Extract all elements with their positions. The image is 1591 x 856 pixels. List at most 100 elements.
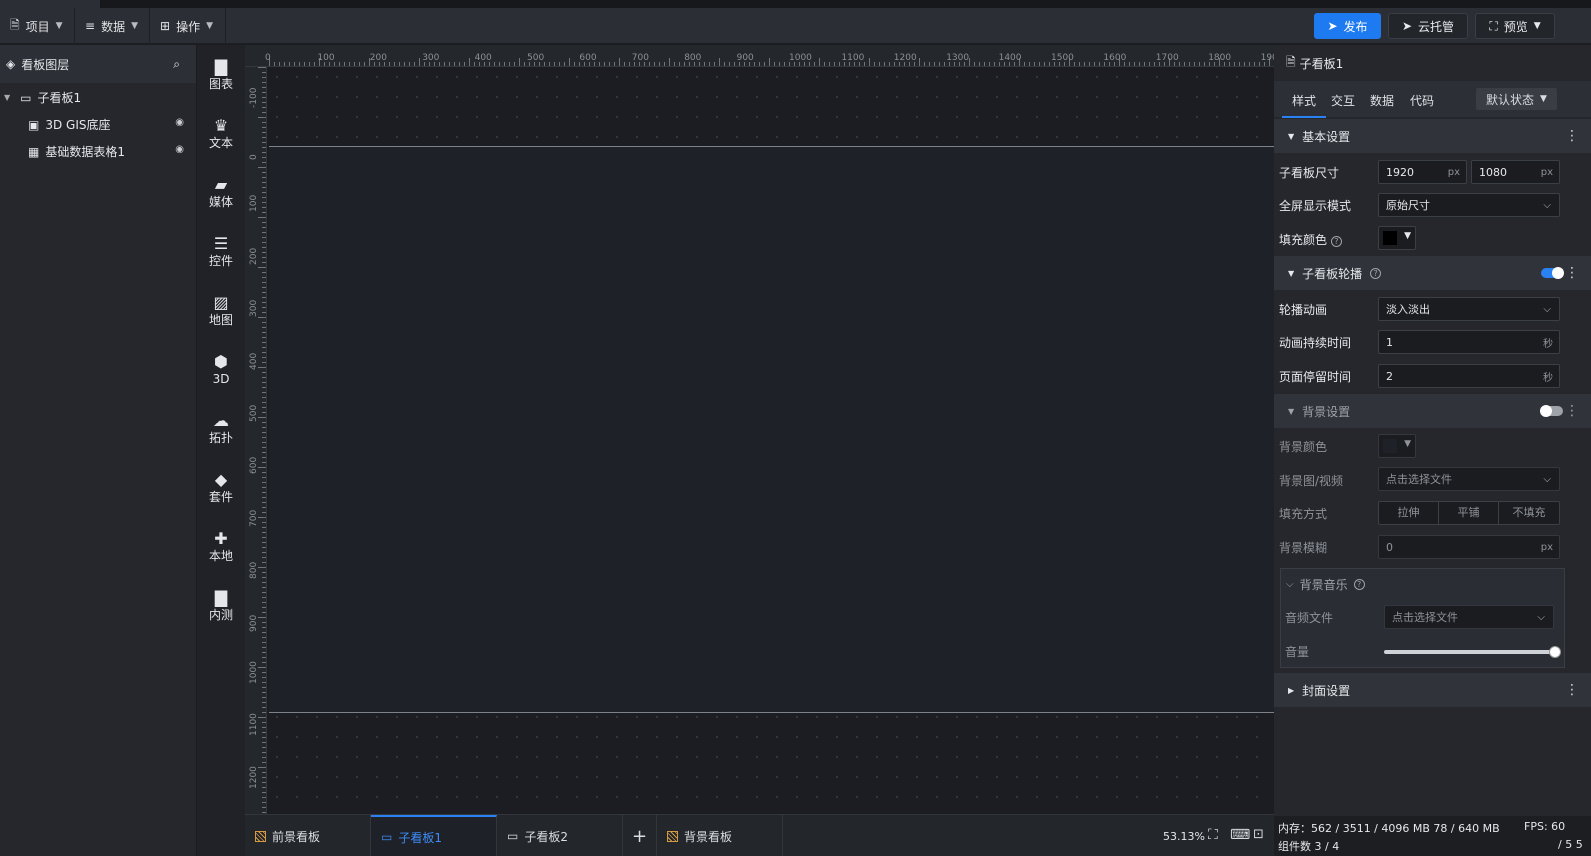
add-tab-button[interactable]: + xyxy=(623,815,657,856)
ruler-tick-label: 600 xyxy=(579,53,597,63)
menu-project[interactable]: 🗎 项目 ▼ xyxy=(0,8,75,44)
audio-file-select[interactable]: 点击选择文件 ⌵ xyxy=(1384,605,1554,629)
tab-data[interactable]: 数据 xyxy=(1370,92,1394,109)
background-color-picker[interactable]: ▼ xyxy=(1378,434,1416,458)
toggle-knob xyxy=(1552,267,1564,279)
keyboard-icon[interactable]: ⌨ xyxy=(1230,827,1250,843)
audio-file-value: 点击选择文件 xyxy=(1392,611,1458,624)
background-blur-input[interactable]: 0 px xyxy=(1378,535,1560,559)
property-panel: 🗎 子看板1 样式 交互 数据 代码 默认状态 ▼ ▼ 基本设置 ⋮ 子看板尺寸 … xyxy=(1274,45,1591,856)
background-music-header[interactable]: ⌵ 背景音乐 ? xyxy=(1286,576,1365,593)
menu-operate-label: 操作 xyxy=(176,19,201,34)
background-image-select[interactable]: 点击选择文件 ⌵ xyxy=(1378,467,1560,491)
carousel-toggle[interactable] xyxy=(1541,267,1564,279)
fill-color-picker[interactable]: ▼ xyxy=(1378,226,1416,250)
component-chart[interactable]: ▇ 图表 xyxy=(197,57,245,92)
menu-operate[interactable]: ⊞ 操作 ▼ xyxy=(150,8,226,44)
volume-slider-knob[interactable] xyxy=(1549,646,1561,658)
help-icon[interactable]: ? xyxy=(1353,579,1365,590)
page-stay-input[interactable]: 2秒 xyxy=(1378,364,1560,388)
ruler-tick-label: 700 xyxy=(249,509,259,527)
zoom-level[interactable]: 53.13% xyxy=(1163,830,1205,843)
state-select[interactable]: 默认状态 ▼ xyxy=(1476,88,1557,110)
section-background[interactable]: ▼ 背景设置 ⋮ xyxy=(1274,394,1591,428)
animation-duration-value: 1 xyxy=(1386,335,1393,349)
menu-data[interactable]: ≡ 数据 ▼ xyxy=(75,8,150,44)
tab-subboard-2[interactable]: ▭ 子看板2 xyxy=(497,815,623,856)
height-input[interactable]: 1080 px xyxy=(1471,160,1560,184)
component-3d[interactable]: ⬢ 3D xyxy=(197,352,245,387)
background-toggle[interactable] xyxy=(1540,405,1563,417)
fullscreen-mode-select[interactable]: 原始尺寸 ⌵ xyxy=(1378,193,1560,217)
file-icon: 🗎 xyxy=(10,17,20,32)
terminal-icon[interactable]: ⊡ xyxy=(1253,827,1264,842)
fit-screen-icon[interactable]: ⛶ xyxy=(1208,827,1218,843)
component-control[interactable]: ☰ 控件 xyxy=(197,234,245,269)
ruler-tick-label: 100 xyxy=(249,195,259,213)
preview-button[interactable]: ⛶ 预览 ▼ xyxy=(1475,13,1555,39)
more-vertical-icon[interactable]: ⋮ xyxy=(1565,128,1579,144)
memory-status: 内存：562 / 3511 / 4096 MB 78 / 640 MB xyxy=(1278,822,1500,835)
component-topology[interactable]: ☁ 拓扑 xyxy=(197,411,245,446)
animation-duration-input[interactable]: 1秒 xyxy=(1378,330,1560,354)
component-media[interactable]: ▰ 媒体 xyxy=(197,175,245,210)
layer-item-3d-gis[interactable]: ▣ 3D GIS底座 ◉ xyxy=(0,111,196,138)
section-basic-settings[interactable]: ▼ 基本设置 ⋮ xyxy=(1274,119,1591,153)
ruler-horizontal: 0 100 200 300 400 500 600 700 800 900 1000 1100 1200… xyxy=(245,45,1274,67)
width-input[interactable]: 1920 px xyxy=(1378,160,1467,184)
layer-panel-title: 看板图层 xyxy=(21,57,70,72)
hidden-eye-icon[interactable]: ◉ xyxy=(175,144,184,155)
hidden-eye-icon[interactable]: ◉ xyxy=(175,117,184,128)
component-map[interactable]: ▨ 地图 xyxy=(197,293,245,328)
size-label: 子看板尺寸 xyxy=(1279,166,1340,180)
component-text[interactable]: ♛ 文本 xyxy=(197,116,245,151)
more-vertical-icon[interactable]: ⋮ xyxy=(1565,682,1579,698)
tab-code[interactable]: 代码 xyxy=(1410,92,1434,109)
background-color-label: 背景颜色 xyxy=(1279,440,1328,454)
section-carousel[interactable]: ▼ 子看板轮播 ? ⋮ xyxy=(1274,256,1591,290)
unit-label: px xyxy=(1540,166,1553,178)
ruler-tick-label: 200 xyxy=(369,53,387,63)
section-cover[interactable]: ▶ 封面设置 ⋮ xyxy=(1274,673,1591,707)
unit-label: px xyxy=(1447,166,1460,178)
component-kit[interactable]: ◆ 套件 xyxy=(197,470,245,505)
ruler-tick-label: 800 xyxy=(684,53,702,63)
fill-mode-tile[interactable]: 平铺 xyxy=(1439,502,1499,524)
layer-item-table[interactable]: ▦ 基础数据表格1 ◉ xyxy=(0,138,196,165)
canvas-area[interactable]: 0 100 200 300 400 500 600 700 800 900 1000 1100 1200… xyxy=(245,45,1274,814)
layer-item-label: 3D GIS底座 xyxy=(45,118,111,132)
status-bar: 内存：562 / 3511 / 4096 MB 78 / 640 MB FPS:… xyxy=(1274,816,1591,856)
ruler-tick-label: 300 xyxy=(249,300,259,318)
carousel-animation-select[interactable]: 淡入淡出 ⌵ xyxy=(1378,297,1560,321)
more-vertical-icon[interactable]: ⋮ xyxy=(1565,403,1579,419)
ruler-tick-label: 1200 xyxy=(893,53,917,63)
help-icon[interactable]: ? xyxy=(1330,236,1342,247)
component-beta[interactable]: ▇ 内测 xyxy=(197,588,245,623)
tab-interaction[interactable]: 交互 xyxy=(1331,92,1355,109)
cloud-hosting-button[interactable]: ➤ 云托管 xyxy=(1388,13,1468,39)
tab-foreground-board[interactable]: 前景看板 xyxy=(245,815,371,856)
width-value: 1920 xyxy=(1386,165,1414,179)
help-icon[interactable]: ? xyxy=(1370,267,1382,279)
publish-button[interactable]: ➤ 发布 xyxy=(1314,13,1381,39)
tab-subboard-1[interactable]: ▭ 子看板1 xyxy=(371,815,497,856)
layers-icon: ◈ xyxy=(6,57,16,71)
caret-right-icon: ▶ xyxy=(1288,685,1295,695)
volume-slider[interactable] xyxy=(1384,646,1561,658)
subboard-frame[interactable] xyxy=(269,146,1274,713)
tab-background-board[interactable]: 背景看板 xyxy=(657,815,783,856)
section-title: 封面设置 xyxy=(1302,683,1351,698)
search-icon[interactable]: ⌕ xyxy=(173,57,180,72)
layer-item-subboard[interactable]: ▼ ▭ 子看板1 xyxy=(0,84,196,111)
fill-mode-label: 填充方式 xyxy=(1279,507,1328,521)
more-vertical-icon[interactable]: ⋮ xyxy=(1565,265,1579,281)
background-music-title: 背景音乐 xyxy=(1299,578,1348,592)
fill-mode-stretch[interactable]: 拉伸 xyxy=(1379,502,1439,524)
component-label: 地图 xyxy=(208,313,233,327)
tab-style[interactable]: 样式 xyxy=(1281,92,1327,118)
monitor-icon: ▭ xyxy=(507,829,519,843)
caret-down-icon: ▼ xyxy=(1404,439,1411,449)
fill-mode-none[interactable]: 不填充 xyxy=(1499,502,1559,524)
chevron-down-icon: ⌵ xyxy=(1286,579,1294,590)
component-local[interactable]: ✚ 本地 xyxy=(197,529,245,564)
